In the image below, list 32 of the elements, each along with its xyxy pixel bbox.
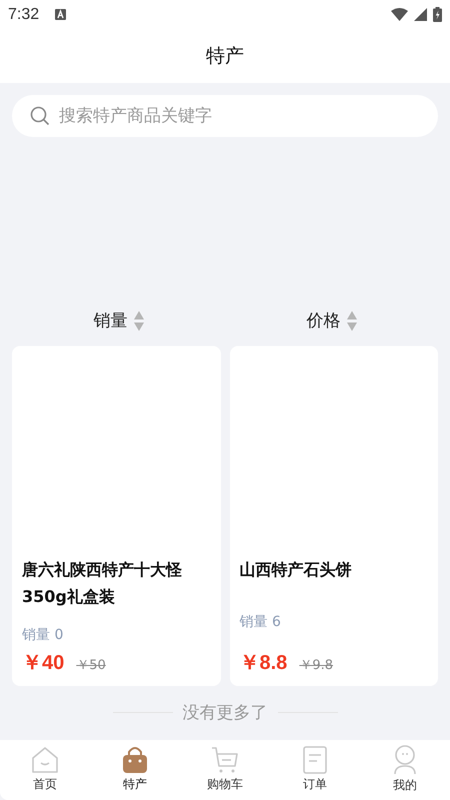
tab-button[interactable]: 订单 (270, 740, 360, 800)
tab-button[interactable]: 首页 (0, 740, 90, 800)
price: ￥8.8 (240, 650, 288, 676)
sort-button[interactable]: 销量 (12, 308, 225, 334)
bag-icon (122, 746, 148, 774)
price: ￥40 (22, 650, 64, 676)
product-card[interactable]: 山西特产石头饼 销量 6 ￥8.8 ￥9.8 (230, 346, 438, 686)
home-icon (31, 746, 59, 774)
product-name: 唐六礼陕西特产十大怪350g礼盒装 (22, 558, 183, 608)
tab-button[interactable]: 特产 (90, 740, 180, 800)
page-title: 特产 (206, 44, 244, 69)
original-price: ￥50 (76, 656, 106, 674)
product-card[interactable]: 唐六礼陕西特产十大怪350g礼盒装 销量 0 ￥40 ￥50 (12, 346, 220, 686)
status-time: 7:32 (8, 6, 40, 24)
search-field[interactable]: 搜索特产商品关键字 (12, 94, 438, 137)
tab-button[interactable]: 购物车 (180, 740, 270, 800)
sales-count: 销量 0 (22, 626, 64, 644)
sort-button[interactable]: 价格 (225, 308, 438, 334)
notification-icon (55, 9, 66, 20)
person-icon (393, 745, 417, 776)
tab-button[interactable]: 我的 (360, 740, 450, 800)
sort-icon (346, 310, 356, 331)
original-price: ￥9.8 (299, 656, 333, 674)
signal-icon (414, 8, 427, 22)
product-name: 山西特产石头饼 (240, 558, 352, 581)
sort-icon (134, 310, 144, 331)
battery-icon (433, 7, 442, 22)
sales-count: 销量 6 (240, 612, 282, 631)
cart-icon (211, 746, 239, 774)
document-icon (303, 746, 327, 774)
end-note: 没有更多了 (182, 702, 268, 724)
wifi-icon (391, 8, 408, 22)
